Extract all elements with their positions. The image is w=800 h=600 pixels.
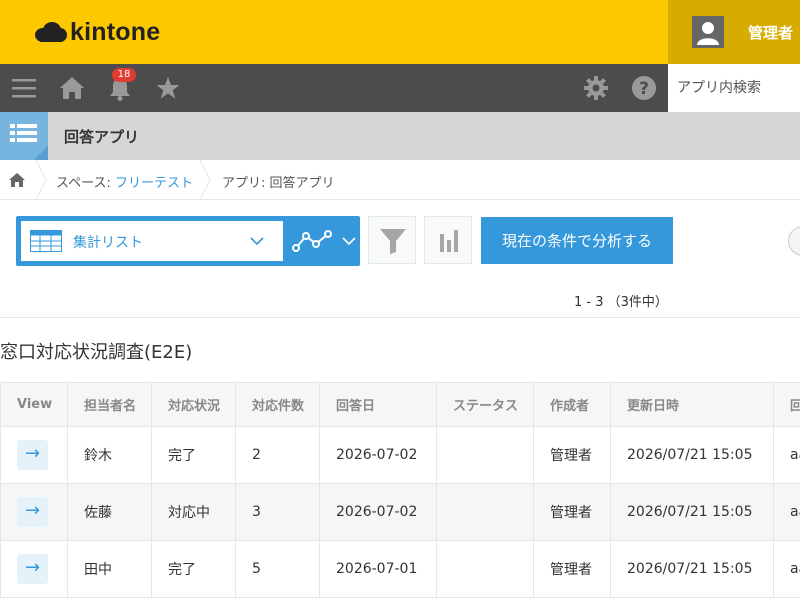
updated-cell: 2026/07/21 15:05: [610, 426, 774, 484]
status-cell: 完了: [151, 426, 236, 484]
column-header[interactable]: 更新日時: [610, 382, 774, 427]
view-cell: →: [0, 483, 68, 541]
record-detail-link[interactable]: →: [17, 554, 48, 584]
user-name: 管理者: [748, 24, 794, 42]
table-view-icon: [30, 230, 62, 252]
add-view-button[interactable]: [788, 226, 800, 256]
form-title: 窓口対応状況調査(E2E): [0, 342, 193, 363]
star-icon[interactable]: [154, 74, 182, 102]
column-header[interactable]: ステータス: [436, 382, 534, 427]
gear-icon[interactable]: [582, 74, 610, 102]
line-graph-icon: [292, 230, 332, 252]
avatar: [692, 16, 724, 48]
chevron-down-icon: [342, 237, 356, 246]
column-header[interactable]: 回答日: [319, 382, 437, 427]
top-header: kintone 管理者: [0, 0, 800, 64]
person-cell: 鈴木: [67, 426, 152, 484]
breadcrumb-app: アプリ: 回答アプリ: [222, 176, 335, 191]
breadcrumb-space: スペース: フリーテスト: [56, 172, 193, 191]
records-table: View 担当者名 対応状況 対応件数 回答日 ステータス 作成者 更新日時 回…: [0, 382, 800, 598]
menu-icon[interactable]: [10, 74, 38, 102]
date-cell: 2026-07-01: [319, 540, 437, 598]
breadcrumb-space-prefix: スペース:: [56, 176, 115, 191]
breadcrumb-separator-icon: [199, 160, 211, 200]
state-cell: [436, 426, 534, 484]
extra-cell: aa: [773, 483, 800, 541]
record-detail-link[interactable]: →: [17, 440, 48, 470]
graph-dropdown-button[interactable]: [286, 221, 356, 261]
graph-button[interactable]: [424, 216, 472, 264]
divider: [0, 317, 800, 318]
user-icon: [697, 22, 719, 45]
record-detail-link[interactable]: →: [17, 497, 48, 527]
analyze-button[interactable]: 現在の条件で分析する: [481, 217, 673, 264]
view-selector: 集計リスト: [16, 216, 360, 266]
column-header[interactable]: 回: [773, 382, 800, 427]
home-icon[interactable]: [58, 74, 86, 102]
svg-text:?: ?: [639, 79, 649, 99]
breadcrumb: スペース: フリーテスト アプリ: 回答アプリ: [0, 160, 800, 200]
help-icon[interactable]: ?: [630, 74, 658, 102]
cloud-logo-icon: [35, 21, 67, 42]
app-icon: [0, 112, 48, 160]
column-header[interactable]: 対応件数: [235, 382, 320, 427]
logo-text: kintone: [70, 18, 161, 46]
table-header-row: View 担当者名 対応状況 対応件数 回答日 ステータス 作成者 更新日時 回: [0, 382, 800, 427]
column-header[interactable]: 担当者名: [67, 382, 152, 427]
creator-cell: 管理者: [533, 540, 611, 598]
view-cell: →: [0, 426, 68, 484]
view-name: 集計リスト: [73, 235, 143, 251]
creator-cell: 管理者: [533, 426, 611, 484]
extra-cell: aa: [773, 540, 800, 598]
kintone-logo[interactable]: kintone: [34, 18, 160, 47]
count-cell: 3: [235, 483, 320, 541]
column-header[interactable]: 対応状況: [151, 382, 236, 427]
table-row: → 鈴木 完了 2 2026-07-02 管理者 2026/07/21 15:0…: [0, 426, 800, 484]
state-cell: [436, 540, 534, 598]
filter-icon: [380, 229, 406, 254]
breadcrumb-separator-icon: [35, 160, 47, 200]
table-row: → 田中 完了 5 2026-07-01 管理者 2026/07/21 15:0…: [0, 540, 800, 598]
count-cell: 5: [235, 540, 320, 598]
list-app-icon: [10, 124, 48, 160]
status-cell: 完了: [151, 540, 236, 598]
creator-cell: 管理者: [533, 483, 611, 541]
bar-chart-icon: [440, 230, 458, 252]
count-cell: 2: [235, 426, 320, 484]
app-header: 回答アプリ: [0, 112, 800, 160]
state-cell: [436, 483, 534, 541]
person-cell: 佐藤: [67, 483, 152, 541]
pagination-info: 1 - 3 （3件中）: [574, 295, 668, 310]
notification-badge: 18: [112, 68, 136, 82]
view-dropdown[interactable]: 集計リスト: [21, 221, 283, 261]
app-title: 回答アプリ: [64, 128, 140, 146]
status-cell: 対応中: [151, 483, 236, 541]
app-search-input[interactable]: [668, 64, 800, 112]
column-header[interactable]: 作成者: [533, 382, 611, 427]
person-cell: 田中: [67, 540, 152, 598]
filter-button[interactable]: [368, 216, 416, 264]
column-header[interactable]: View: [0, 382, 68, 427]
date-cell: 2026-07-02: [319, 483, 437, 541]
home-icon[interactable]: [8, 172, 26, 188]
chevron-down-icon: [250, 237, 264, 246]
view-cell: →: [0, 540, 68, 598]
user-menu[interactable]: 管理者: [668, 0, 800, 64]
breadcrumb-space-link[interactable]: フリーテスト: [115, 176, 193, 191]
updated-cell: 2026/07/21 15:05: [610, 483, 774, 541]
updated-cell: 2026/07/21 15:05: [610, 540, 774, 598]
date-cell: 2026-07-02: [319, 426, 437, 484]
table-row: → 佐藤 対応中 3 2026-07-02 管理者 2026/07/21 15:…: [0, 483, 800, 541]
extra-cell: aa: [773, 426, 800, 484]
